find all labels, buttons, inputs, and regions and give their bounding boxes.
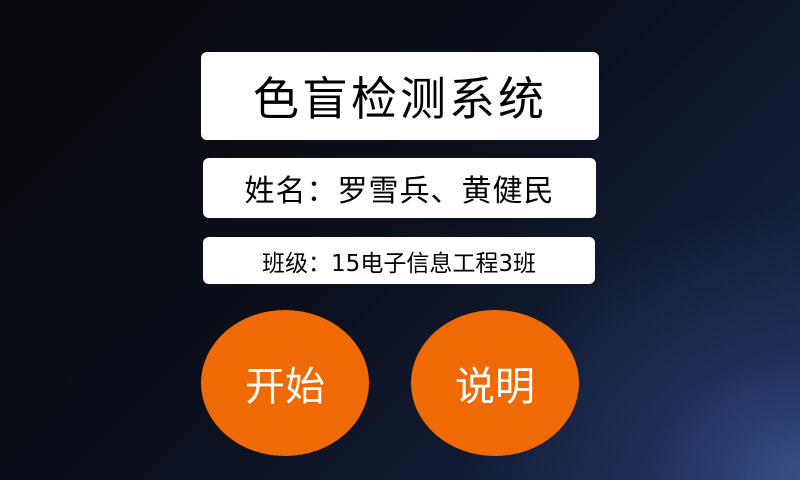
app-title: 色盲检测系统 — [253, 72, 547, 126]
class-info: 班级：15电子信息工程3班 — [262, 250, 536, 277]
names-panel: 姓名：罗雪兵、黄健民 — [203, 158, 596, 218]
instructions-button[interactable]: 说明 — [411, 310, 579, 456]
instructions-button-label: 说明 — [455, 364, 535, 410]
author-names: 姓名：罗雪兵、黄健民 — [244, 174, 555, 209]
app-title-panel: 色盲检测系统 — [201, 52, 599, 140]
start-button[interactable]: 开始 — [201, 310, 369, 456]
start-button-label: 开始 — [245, 364, 325, 410]
class-panel: 班级：15电子信息工程3班 — [203, 237, 595, 284]
